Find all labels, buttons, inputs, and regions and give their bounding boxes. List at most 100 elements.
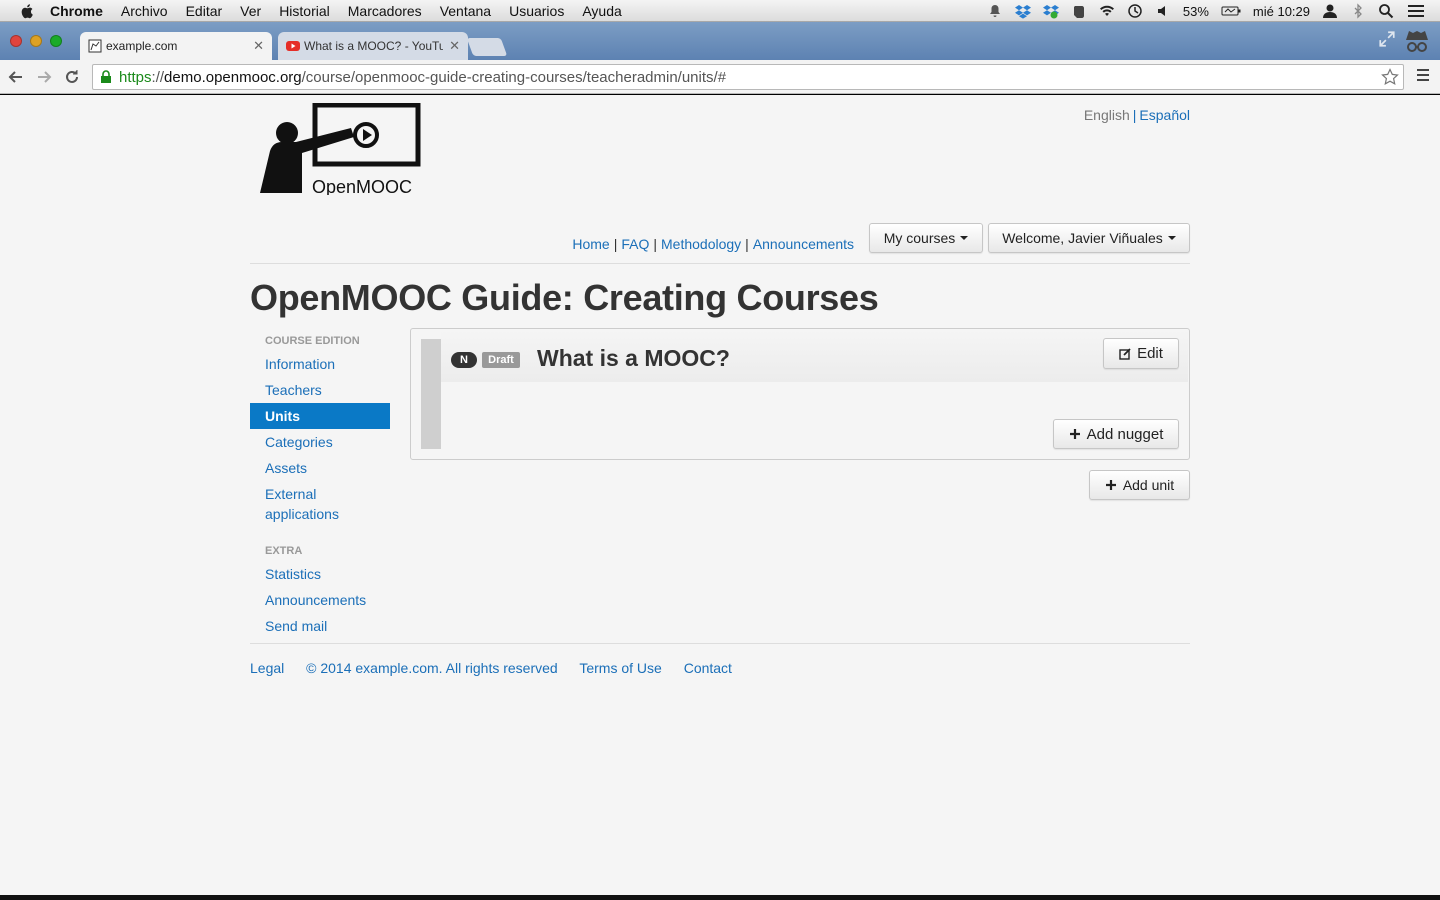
sidebar-item-send-mail[interactable]: Send mail	[250, 613, 390, 639]
sidebar-section-extra: EXTRA	[265, 545, 303, 557]
lock-icon[interactable]	[99, 70, 113, 84]
dropbox-sync-icon[interactable]	[1042, 3, 1059, 19]
time-machine-icon[interactable]	[1127, 3, 1143, 19]
nav-announcements-link[interactable]: Announcements	[753, 236, 854, 252]
spotlight-search-icon[interactable]	[1378, 3, 1394, 19]
unit-title: What is a MOOC?	[537, 345, 730, 371]
language-switcher: English | Español	[1084, 107, 1190, 123]
nav-home-link[interactable]: Home	[572, 236, 609, 252]
plus-icon	[1105, 480, 1116, 490]
bookmark-star-icon[interactable]	[1381, 68, 1399, 86]
close-window-button[interactable]	[10, 35, 22, 47]
logo-wordmark: OpenMOOC	[312, 177, 412, 195]
menu-historial[interactable]: Historial	[279, 3, 330, 19]
browser-toolbar: https :// demo.openmooc.org /course/open…	[0, 60, 1440, 94]
dropbox-icon[interactable]	[1014, 3, 1031, 19]
openmooc-logo[interactable]: OpenMOOC	[250, 103, 422, 195]
sidebar-item-statistics[interactable]: Statistics	[250, 561, 390, 587]
sidebar-item-information[interactable]: Information	[250, 351, 390, 377]
footer-contact-link[interactable]: Contact	[684, 660, 732, 676]
footer-copyright[interactable]: © 2014 example.com. All rights reserved	[306, 660, 558, 676]
tab-close-icon[interactable]: ✕	[253, 38, 264, 54]
add-nugget-button[interactable]: Add nugget	[1053, 419, 1179, 449]
url-path: /course/openmooc-guide-creating-courses/…	[301, 68, 727, 86]
sidebar-item-units[interactable]: Units	[250, 403, 390, 429]
my-courses-dropdown[interactable]: My courses	[869, 223, 983, 253]
back-button[interactable]	[4, 65, 28, 89]
user-icon[interactable]	[1322, 3, 1338, 19]
clock[interactable]: mié 10:29	[1253, 4, 1310, 19]
footer-legal-link[interactable]: Legal	[250, 660, 284, 676]
nav-methodology-link[interactable]: Methodology	[661, 236, 741, 252]
back-arrow-icon	[8, 70, 22, 83]
tab-close-icon[interactable]: ✕	[449, 38, 460, 54]
add-unit-label: Add unit	[1122, 477, 1175, 493]
battery-percent: 53%	[1182, 3, 1209, 19]
evernote-icon[interactable]	[1071, 3, 1087, 19]
tab-example[interactable]: example.com ✕	[80, 32, 272, 60]
page-favicon-icon	[88, 39, 102, 53]
new-tab-button[interactable]	[466, 38, 508, 56]
sidebar-item-announcements[interactable]: Announcements	[250, 587, 390, 613]
address-bar[interactable]: https :// demo.openmooc.org /course/open…	[92, 64, 1404, 90]
add-nugget-label: Add nugget	[1086, 425, 1164, 443]
menu-usuarios[interactable]: Usuarios	[509, 3, 564, 19]
forward-button[interactable]	[32, 65, 56, 89]
zoom-window-button[interactable]	[50, 35, 62, 47]
reload-button[interactable]	[60, 65, 84, 89]
bluetooth-icon[interactable]	[1350, 3, 1366, 19]
tab-youtube[interactable]: What is a MOOC? - YouTub ✕	[278, 32, 468, 60]
notification-bell-icon[interactable]	[987, 3, 1003, 19]
notification-center-icon[interactable]	[1406, 3, 1426, 19]
menu-ayuda[interactable]: Ayuda	[582, 3, 621, 19]
tab-title: example.com	[106, 39, 178, 53]
sidebar-item-external-applications[interactable]: External applications	[250, 481, 390, 527]
footer-terms-link[interactable]: Terms of Use	[579, 660, 661, 676]
menu-ver[interactable]: Ver	[240, 3, 261, 19]
nav-separator: |	[745, 236, 749, 252]
menu-ventana[interactable]: Ventana	[440, 3, 491, 19]
window-bottom-edge	[0, 895, 1440, 900]
window-controls	[10, 35, 62, 47]
menu-archivo[interactable]: Archivo	[121, 3, 168, 19]
incognito-icon[interactable]	[1402, 28, 1432, 54]
language-espanol-link[interactable]: Español	[1139, 107, 1190, 123]
url-scheme: https	[119, 68, 152, 86]
user-menu-dropdown[interactable]: Welcome, Javier Viñuales	[988, 223, 1190, 253]
chrome-menu-icon[interactable]	[1416, 68, 1430, 82]
edit-icon	[1119, 347, 1131, 360]
edit-label: Edit	[1137, 345, 1163, 362]
unit-order-badge: N	[451, 352, 477, 368]
url-scheme-separator: ://	[151, 68, 165, 86]
browser-tabstrip: example.com ✕ What is a MOOC? - YouTub ✕	[0, 22, 1440, 60]
add-unit-button[interactable]: Add unit	[1089, 470, 1190, 500]
language-separator: |	[1132, 107, 1137, 123]
status-badge: Draft	[482, 352, 520, 368]
sidebar-item-assets[interactable]: Assets	[250, 455, 390, 481]
edit-unit-button[interactable]: Edit	[1103, 338, 1179, 369]
sidebar-item-teachers[interactable]: Teachers	[250, 377, 390, 403]
unit-drag-handle[interactable]	[421, 339, 441, 449]
sidebar-section-course-edition: COURSE EDITION	[265, 335, 360, 347]
course-edition-sidebar: COURSE EDITION Information Teachers Unit…	[250, 331, 390, 639]
nav-faq-link[interactable]: FAQ	[621, 236, 649, 252]
wifi-icon[interactable]	[1099, 3, 1115, 19]
nav-separator: |	[653, 236, 657, 252]
tab-title: What is a MOOC? - YouTub	[304, 39, 444, 53]
fullscreen-icon[interactable]	[1378, 30, 1396, 48]
caret-down-icon	[960, 236, 969, 240]
menu-app-chrome[interactable]: Chrome	[50, 3, 103, 19]
status-area: 53% mié 10:29	[987, 0, 1426, 22]
unit-card: N Draft What is a MOOC? Edit Add nugget	[410, 328, 1190, 460]
minimize-window-button[interactable]	[30, 35, 42, 47]
menu-marcadores[interactable]: Marcadores	[348, 3, 422, 19]
top-nav: Home | FAQ | Methodology | Announcements	[572, 236, 854, 252]
menu-editar[interactable]: Editar	[186, 3, 223, 19]
volume-icon[interactable]	[1155, 3, 1171, 19]
sidebar-item-categories[interactable]: Categories	[250, 429, 390, 455]
battery-icon[interactable]	[1221, 3, 1241, 19]
apple-icon[interactable]	[18, 2, 36, 20]
macos-menubar: Chrome Archivo Editar Ver Historial Marc…	[0, 0, 1440, 22]
page-footer: Legal © 2014 example.com. All rights res…	[250, 660, 750, 676]
forward-arrow-icon	[38, 70, 52, 83]
